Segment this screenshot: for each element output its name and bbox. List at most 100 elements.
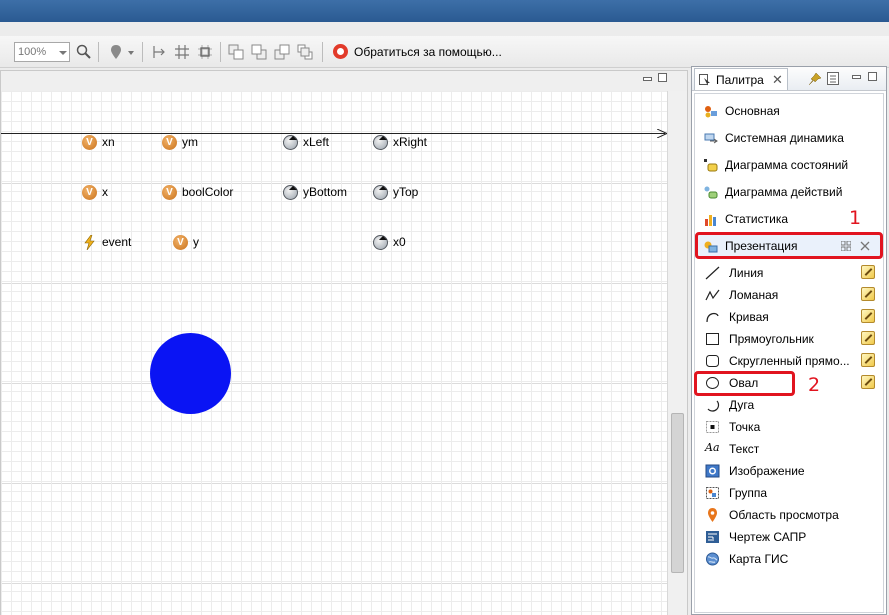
parameter-icon [283,185,298,200]
pencil-icon[interactable] [861,287,875,301]
variable-icon: V [162,135,177,150]
item-label: Дуга [729,398,755,412]
palette-category-statechart[interactable]: Диаграмма состояний [695,153,883,177]
palette-item-text[interactable]: Aa Текст [695,438,883,460]
item-label: Изображение [729,464,805,478]
palette-category-main[interactable]: Основная [695,99,883,123]
parameter-icon [373,135,388,150]
grid-icon[interactable] [174,44,190,60]
graphical-editor: V xn V ym xLeft xRight V x V boolColor y… [0,70,688,615]
palette-item-group[interactable]: Группа [695,482,883,504]
parameter-icon [373,235,388,250]
zoom-tool-icon[interactable] [76,44,92,60]
palette-item-curve[interactable]: Кривая [695,306,883,328]
pencil-icon[interactable] [861,375,875,389]
snap-to-grid-icon[interactable] [197,44,213,60]
item-label: Чертеж САПР [729,530,807,544]
palette-item-image[interactable]: Изображение [695,460,883,482]
send-backward-icon[interactable] [274,44,290,60]
palette-item-rounded-rectangle[interactable]: Скругленный прямо... [695,350,883,372]
statechart-icon [704,159,718,172]
item-label: Карта ГИС [729,552,789,566]
variable-icon: V [82,135,97,150]
x-axis-line [1,133,665,134]
chevron-down-icon[interactable] [128,51,134,55]
pin-icon[interactable] [809,73,821,85]
maximize-icon[interactable] [868,72,877,81]
variable-label: boolColor [182,185,234,199]
cad-drawing-icon [706,531,719,543]
view-menu-icon[interactable] [827,72,839,85]
event-icon [84,235,95,250]
palette-item-polyline[interactable]: Ломаная [695,284,883,306]
toolbar-separator [322,42,323,62]
item-label: Точка [729,420,761,434]
parameter-label: yBottom [303,185,348,199]
scrollbar-thumb[interactable] [671,413,684,573]
pencil-icon[interactable] [861,353,875,367]
action-chart-icon [704,186,718,199]
variable-label: xn [102,135,115,149]
parameter-icon [373,185,388,200]
view-area-icon [708,508,717,522]
palette-category-action-chart[interactable]: Диаграмма действий [695,180,883,204]
annotation-marker-1: 1 [849,207,862,229]
palette-item-cad-drawing[interactable]: Чертеж САПР [695,526,883,548]
category-label: Основная [725,104,780,118]
item-label: Линия [729,266,764,280]
tab-palette[interactable]: Палитра ✕ [694,68,788,90]
item-label: Скругленный прямо... [729,354,850,368]
category-label: Диаграмма состояний [725,158,849,172]
variable-label: x [102,185,108,199]
variable-label: y [193,235,199,249]
item-label: Текст [729,442,760,456]
item-label: Кривая [729,310,769,324]
rectangle-icon [706,333,719,345]
minimize-icon[interactable] [852,75,861,79]
palette-item-line[interactable]: Линия [695,262,883,284]
palette-item-gis-map[interactable]: Карта ГИС [695,548,883,570]
marker-icon[interactable] [108,44,124,60]
arrow-head-icon [657,129,667,138]
palette-category-system-dynamics[interactable]: Системная динамика [695,126,883,150]
annotation-marker-2: 2 [808,374,821,396]
oval-shape[interactable] [150,333,231,414]
category-label: Системная динамика [725,131,844,145]
chevron-down-icon [59,51,67,55]
align-icon[interactable] [151,44,167,60]
bring-to-front-icon[interactable] [228,44,244,60]
pencil-icon[interactable] [861,331,875,345]
bring-forward-icon[interactable] [251,44,267,60]
maximize-icon[interactable] [658,73,667,82]
close-icon[interactable]: ✕ [772,72,783,88]
palette-item-view-area[interactable]: Область просмотра [695,504,883,526]
minimize-icon[interactable] [643,77,652,81]
pencil-icon[interactable] [861,309,875,323]
variable-icon: V [173,235,188,250]
variable-icon: V [82,185,97,200]
rounded-rectangle-icon [706,355,719,367]
category-label: Статистика [725,212,789,226]
zoom-select[interactable]: 100% [14,42,70,62]
diagram-canvas[interactable]: V xn V ym xLeft xRight V x V boolColor y… [1,91,667,615]
palette-item-arc[interactable]: Дуга [695,394,883,416]
parameter-label: xRight [393,135,428,149]
parameter-label: xLeft [303,135,330,149]
statistics-icon [705,215,716,226]
parameter-label: x0 [393,235,406,249]
palette-body: Основная Системная динамика Диаграмма со… [694,93,884,613]
send-to-back-icon[interactable] [297,44,313,60]
vertical-scrollbar[interactable] [667,91,687,615]
polyline-icon [705,289,720,301]
palette-item-rectangle[interactable]: Прямоугольник [695,328,883,350]
gis-map-icon [706,552,719,566]
parameter-label: yTop [393,185,419,199]
toolbar-separator [142,42,143,62]
app-window: 100% Обратиться за помощью... V xn V ym … [0,0,889,615]
zoom-value: 100% [18,46,47,58]
help-button-label: Обратиться за помощью... [354,45,502,59]
palette-icon [699,74,710,86]
pencil-icon[interactable] [861,265,875,279]
category-label: Диаграмма действий [725,185,843,199]
palette-item-point[interactable]: Точка [695,416,883,438]
